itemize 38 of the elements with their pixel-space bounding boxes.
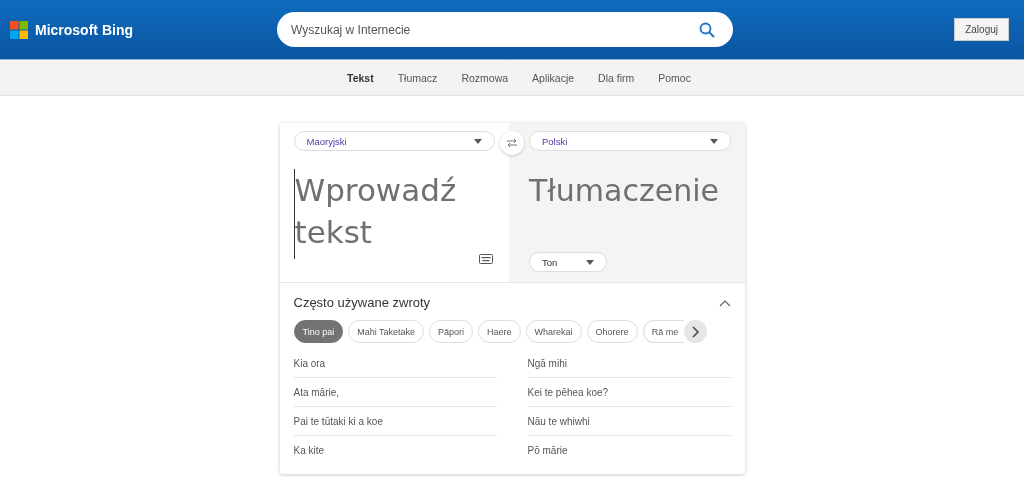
- tone-dropdown[interactable]: Ton: [529, 252, 607, 272]
- category-chip[interactable]: Pāpori: [429, 320, 474, 343]
- translation-placeholder: Tłumaczenie: [529, 173, 720, 208]
- four-squares-logo-icon: [10, 20, 28, 39]
- category-chip[interactable]: Ohorere: [586, 320, 638, 343]
- search-icon[interactable]: [699, 22, 715, 38]
- category-chip[interactable]: Wharekai: [525, 320, 582, 343]
- swap-arrows-icon: [505, 138, 518, 148]
- phrase-item[interactable]: Pō mārie: [527, 444, 568, 456]
- translation-output-field[interactable]: Polski Tłumaczenie Ton: [509, 123, 745, 282]
- nav-tab[interactable]: Rozmowa: [461, 71, 509, 84]
- phrase-item[interactable]: Nāu te whiwhi: [527, 415, 590, 427]
- category-chip[interactable]: Mahi Taketake: [348, 320, 425, 343]
- nav-tab[interactable]: Tekst: [347, 71, 374, 84]
- brand-name: Microsoft Bing: [35, 21, 133, 38]
- phrase-item[interactable]: Ka kite: [293, 444, 325, 456]
- nav-tab[interactable]: Tłumacz: [397, 71, 438, 84]
- search-field[interactable]: Wyszukaj w Internecie: [277, 12, 733, 47]
- chevron-right-icon: [691, 325, 700, 338]
- category-chip[interactable]: Rā me: [642, 320, 685, 343]
- phrase-item[interactable]: Ngā mihi: [527, 357, 567, 369]
- source-text-field[interactable]: Wprowadź tekst: [293, 169, 496, 259]
- scroll-right-button[interactable]: [684, 320, 708, 343]
- source-language-dropdown[interactable]: Maoryjski: [293, 131, 495, 151]
- category-chip[interactable]: Tino pai: [293, 320, 344, 343]
- nav-tab[interactable]: Pomoc: [658, 71, 691, 84]
- keyboard-icon[interactable]: [479, 254, 493, 264]
- category-chip[interactable]: Haere: [478, 320, 521, 343]
- section-title: Często używane zwroty: [293, 295, 431, 310]
- chevron-icon[interactable]: [718, 298, 731, 307]
- phrase-item[interactable]: Ata mārie,: [293, 386, 340, 398]
- phrase-item[interactable]: Pai te tūtaki ki a koe: [293, 415, 383, 427]
- nav-tab[interactable]: Aplikacje: [532, 71, 575, 84]
- nav-tab[interactable]: Dla firm: [598, 71, 635, 84]
- sign-in-button[interactable]: Zaloguj: [954, 18, 1009, 41]
- phrase-item[interactable]: Kia ora: [293, 357, 326, 369]
- phrase-item[interactable]: Kei te pēhea koe?: [527, 386, 609, 398]
- target-language-dropdown[interactable]: Polski: [529, 131, 731, 151]
